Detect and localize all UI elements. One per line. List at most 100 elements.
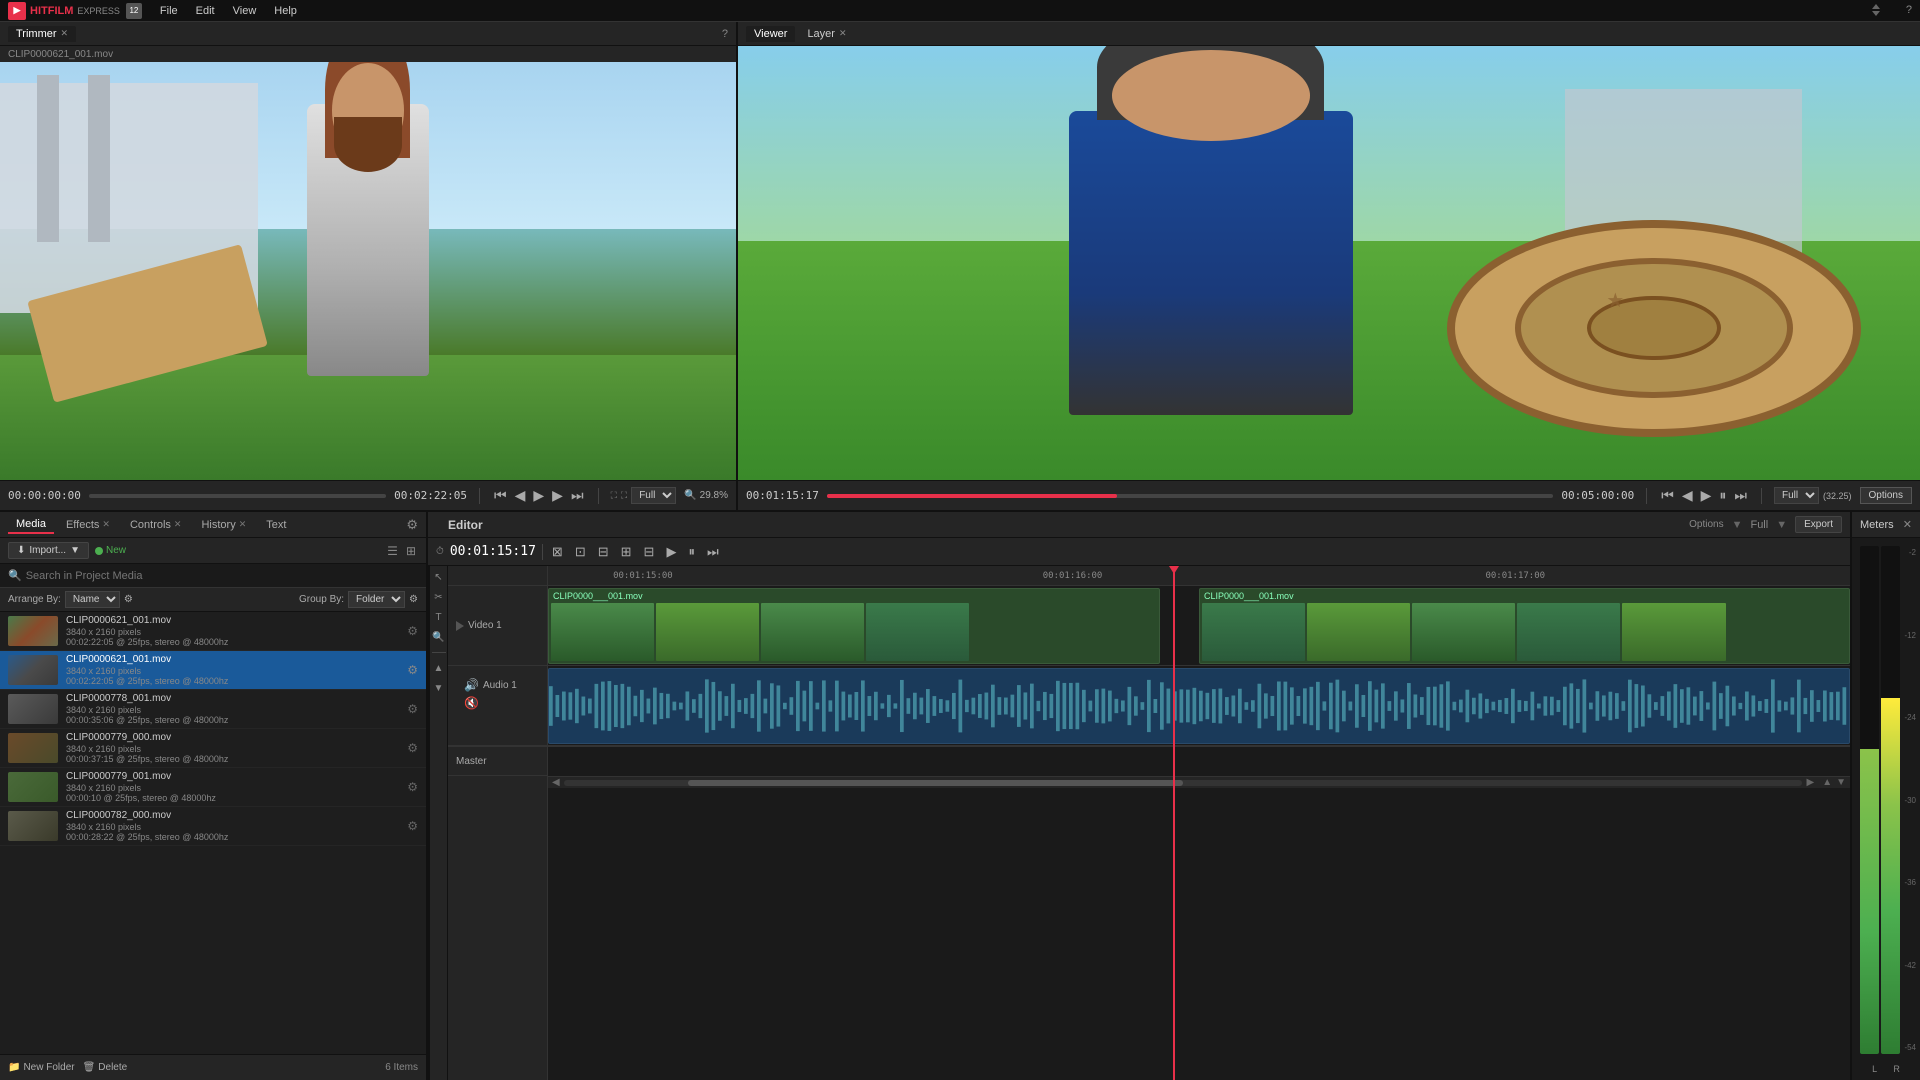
viewer-scroll-up[interactable] <box>1872 4 1880 9</box>
meters-close[interactable]: ✕ <box>1903 518 1912 531</box>
media-item[interactable]: CLIP0000779_000.mov 3840 x 2160 pixels 0… <box>0 729 426 768</box>
trimmer-goto-end[interactable]: ⏭ <box>569 485 586 506</box>
group-settings-icon[interactable]: ⚙ <box>409 594 418 605</box>
master-track-name: Master <box>456 756 487 767</box>
editor-options-label[interactable]: Options <box>1689 519 1723 530</box>
media-item[interactable]: CLIP0000782_000.mov 3840 x 2160 pixels 0… <box>0 807 426 846</box>
tab-controls[interactable]: Controls ✕ <box>122 517 190 533</box>
media-item-settings[interactable]: ⚙ <box>407 624 418 638</box>
tab-media[interactable]: Media <box>8 516 54 534</box>
list-view-icon[interactable]: ☰ <box>385 542 400 560</box>
search-input[interactable] <box>26 570 418 582</box>
media-item[interactable]: CLIP0000621_001.mov 3840 x 2160 pixels 0… <box>0 651 426 690</box>
trimmer-next-frame[interactable]: ▶ <box>550 485 565 506</box>
menu-edit[interactable]: Edit <box>188 3 223 19</box>
import-button[interactable]: ⬇ Import... ▼ <box>8 542 89 559</box>
media-item-settings[interactable]: ⚙ <box>407 780 418 794</box>
editor-ctrl-7[interactable]: ⏸ <box>685 542 698 562</box>
grid-view-icon[interactable]: ⊞ <box>404 542 418 560</box>
viewer-goto-start[interactable]: ⏮ <box>1659 485 1676 506</box>
left-panel-tabs: Media Effects ✕ Controls ✕ History ✕ Tex… <box>0 512 426 538</box>
scroll-up-btn[interactable]: ▲ <box>1822 777 1832 788</box>
viewer-help[interactable]: ? <box>1906 4 1912 16</box>
media-item-settings[interactable]: ⚙ <box>407 819 418 833</box>
audio-speaker-icon[interactable]: 🔊 <box>464 678 479 692</box>
playhead-line[interactable] <box>1173 566 1175 585</box>
scrollbar-thumb[interactable] <box>688 780 1184 786</box>
audio-mute-icon[interactable]: 🔇 <box>464 696 479 710</box>
layer-tab[interactable]: Layer ✕ <box>799 26 854 42</box>
editor-ctrl-2[interactable]: ⊡ <box>572 542 589 562</box>
tool-zoom[interactable]: 🔍 <box>432 630 446 644</box>
arrange-select[interactable]: Name <box>65 591 120 608</box>
media-item[interactable]: CLIP0000778_001.mov 3840 x 2160 pixels 0… <box>0 690 426 729</box>
editor-ctrl-3[interactable]: ⊟ <box>595 542 612 562</box>
scrollbar-track[interactable] <box>564 780 1803 786</box>
trimmer-tab-close[interactable]: ✕ <box>61 28 69 39</box>
trimmer-preview <box>0 62 736 480</box>
viewer-quality[interactable]: Full <box>1774 487 1819 504</box>
layer-tab-close[interactable]: ✕ <box>839 28 847 39</box>
viewer-tab[interactable]: Viewer <box>746 26 795 42</box>
media-item-settings[interactable]: ⚙ <box>407 741 418 755</box>
new-button[interactable]: New <box>95 545 126 556</box>
trimmer-quality[interactable]: Full <box>631 487 676 504</box>
media-item[interactable]: CLIP0000779_001.mov 3840 x 2160 pixels 0… <box>0 768 426 807</box>
scroll-right[interactable]: ▶ <box>1806 777 1814 788</box>
tool-cut[interactable]: ✂ <box>432 590 446 604</box>
viewer-prev-frame[interactable]: ◀ <box>1680 485 1695 506</box>
tool-down[interactable]: ▼ <box>432 681 446 695</box>
tab-history[interactable]: History ✕ <box>193 517 254 533</box>
editor-tab-label[interactable]: Editor <box>436 516 495 534</box>
scroll-down-btn[interactable]: ▼ <box>1836 777 1846 788</box>
viewer-options-btn[interactable]: Options <box>1860 487 1912 504</box>
tab-effects[interactable]: Effects ✕ <box>58 517 118 533</box>
trimmer-help[interactable]: ? <box>722 28 728 40</box>
scroll-left[interactable]: ◀ <box>552 777 560 788</box>
trimmer-progress-bar[interactable] <box>89 494 386 498</box>
editor-ctrl-8[interactable]: ⏭ <box>704 542 722 562</box>
video-clip-1[interactable]: CLIP0000___001.mov <box>548 588 1160 664</box>
trimmer-tab[interactable]: Trimmer ✕ <box>8 26 76 42</box>
media-item-settings[interactable]: ⚙ <box>407 663 418 677</box>
viewer-scroll-down[interactable] <box>1872 11 1880 16</box>
media-item-settings[interactable]: ⚙ <box>407 702 418 716</box>
trimmer-goto-start[interactable]: ⏮ <box>492 485 509 506</box>
tool-select[interactable]: ↖ <box>432 570 446 584</box>
tab-text[interactable]: Text <box>258 517 294 533</box>
video-track[interactable]: CLIP0000___001.mov CLIP <box>548 586 1850 666</box>
viewer-pause[interactable]: ⏸ <box>1717 485 1728 506</box>
menu-help[interactable]: Help <box>266 3 305 19</box>
trimmer-prev-frame[interactable]: ◀ <box>513 485 528 506</box>
left-panel-options[interactable]: ⚙ <box>406 517 418 533</box>
timeline-right: 00:01:15:00 00:01:16:00 00:01:17:00 CLIP… <box>548 566 1850 1080</box>
trimmer-controls: 00:00:00:00 00:02:22:05 ⏮ ◀ ▶ ▶ ⏭ ⛶ ⛶ <box>0 480 736 510</box>
new-folder-button[interactable]: 📁 New Folder <box>8 1062 75 1073</box>
editor-ctrl-5[interactable]: ⊟ <box>641 542 658 562</box>
audio-track[interactable] <box>548 666 1850 746</box>
group-select[interactable]: Folder <box>348 591 405 608</box>
menu-file[interactable]: File <box>152 3 186 19</box>
video-clip-2[interactable]: CLIP0000___001.mov <box>1199 588 1850 664</box>
tool-text[interactable]: T <box>432 610 446 624</box>
audio-clip[interactable] <box>548 668 1850 744</box>
viewer-tab-label: Viewer <box>754 28 787 40</box>
video-track-label[interactable]: Video 1 <box>448 586 547 666</box>
trimmer-play[interactable]: ▶ <box>531 485 546 506</box>
tab-controls-close[interactable]: ✕ <box>174 519 182 530</box>
audio-track-label[interactable]: 🔊 Audio 1 🔇 <box>448 666 547 746</box>
viewer-progress-bar[interactable] <box>827 494 1554 498</box>
viewer-goto-end[interactable]: ⏭ <box>1732 485 1749 506</box>
editor-ctrl-4[interactable]: ⊞ <box>618 542 635 562</box>
menu-view[interactable]: View <box>225 3 265 19</box>
export-button[interactable]: Export <box>1795 516 1842 533</box>
arrange-settings-icon[interactable]: ⚙ <box>124 594 133 605</box>
tool-up[interactable]: ▲ <box>432 661 446 675</box>
media-item[interactable]: CLIP0000621_001.mov 3840 x 2160 pixels 0… <box>0 612 426 651</box>
tab-history-close[interactable]: ✕ <box>239 519 247 530</box>
tab-effects-close[interactable]: ✕ <box>102 519 110 530</box>
viewer-play[interactable]: ▶ <box>1699 485 1714 506</box>
delete-button[interactable]: 🗑 Delete <box>83 1062 128 1073</box>
editor-ctrl-6[interactable]: ▶ <box>663 542 679 562</box>
editor-ctrl-1[interactable]: ⊠ <box>549 542 566 562</box>
